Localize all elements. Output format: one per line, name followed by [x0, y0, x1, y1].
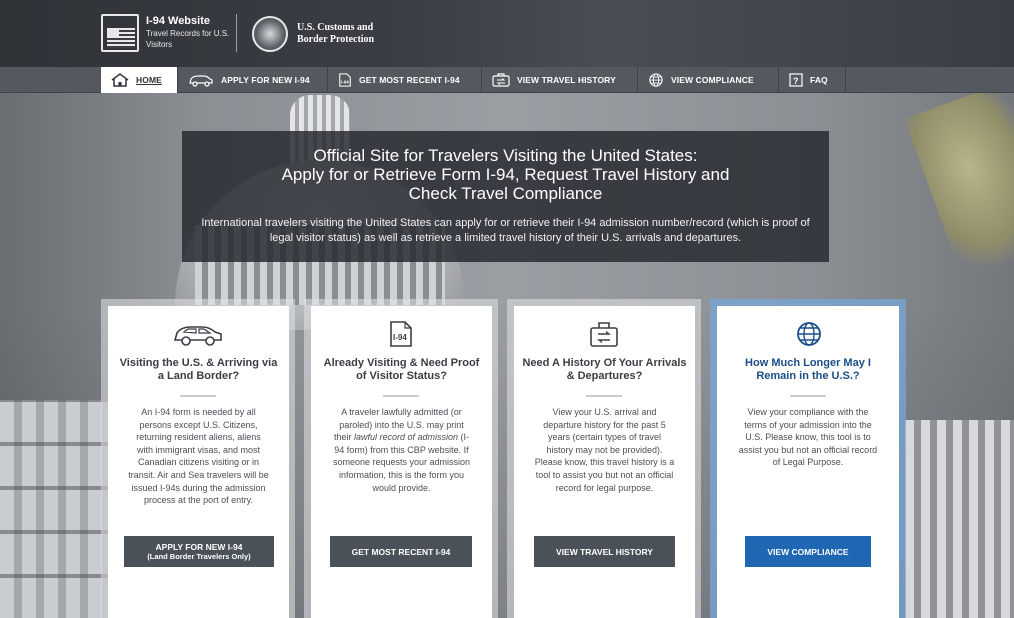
- i94-document-icon: I-94: [388, 320, 414, 348]
- nav-label: HOME: [136, 75, 162, 85]
- brand-subtitle: Travel Records for U.S. Visitors: [146, 29, 230, 49]
- card-title: Need A History Of Your Arrivals & Depart…: [522, 357, 687, 382]
- apply-new-i94-button[interactable]: APPLY FOR NEW I-94 (Land Border Traveler…: [124, 536, 274, 567]
- site-header: I-94 Website Travel Records for U.S. Vis…: [0, 0, 1014, 67]
- card-view-compliance: How Much Longer May I Remain in the U.S.…: [717, 306, 899, 618]
- card-divider: [586, 395, 622, 397]
- card-apply-new-i94: Visiting the U.S. & Arriving via a Land …: [108, 306, 289, 618]
- hero-banner: Official Site for Travelers Visiting the…: [182, 131, 829, 262]
- nav-apply-new-i94[interactable]: APPLY FOR NEW I-94: [178, 67, 328, 93]
- svg-text:I-94: I-94: [341, 80, 349, 85]
- card-body: View your compliance with the terms of y…: [738, 407, 878, 468]
- i94-flag-logo-icon[interactable]: [101, 14, 139, 52]
- globe-icon: [796, 320, 822, 348]
- get-most-recent-i94-button[interactable]: GET MOST RECENT I-94: [330, 536, 472, 567]
- card-body: A traveler lawfully admitted (or paroled…: [332, 407, 471, 493]
- hero-title: Official Site for Travelers Visiting the…: [281, 146, 730, 203]
- main-nav: HOME APPLY FOR NEW I-94 I-94 GET MOST RE…: [0, 67, 1014, 93]
- travel-history-icon: [589, 320, 619, 348]
- question-icon: ?: [789, 73, 803, 87]
- building-right: [905, 420, 1014, 618]
- nav-view-compliance[interactable]: VIEW COMPLIANCE: [638, 67, 779, 93]
- card-body: View your U.S. arrival and departure his…: [534, 407, 675, 493]
- card-divider: [383, 395, 419, 397]
- brand-title[interactable]: I-94 Website: [146, 15, 210, 27]
- nav-home[interactable]: HOME: [101, 67, 178, 93]
- nav-label: VIEW TRAVEL HISTORY: [517, 75, 616, 85]
- view-travel-history-button[interactable]: VIEW TRAVEL HISTORY: [534, 536, 675, 567]
- hero-description: International travelers visiting the Uni…: [201, 217, 810, 244]
- i94-document-icon: I-94: [338, 73, 352, 87]
- nav-label: APPLY FOR NEW I-94: [221, 75, 310, 85]
- nav-faq[interactable]: ? FAQ: [779, 67, 846, 93]
- card-divider: [180, 395, 216, 397]
- view-compliance-button[interactable]: VIEW COMPLIANCE: [745, 536, 871, 567]
- button-label: VIEW TRAVEL HISTORY: [556, 546, 653, 557]
- button-label: VIEW COMPLIANCE: [767, 546, 849, 557]
- card-divider: [790, 395, 826, 397]
- car-icon: [188, 73, 214, 87]
- card-title: How Much Longer May I Remain in the U.S.…: [745, 357, 871, 382]
- home-icon: [111, 73, 129, 87]
- nav-label: VIEW COMPLIANCE: [671, 75, 754, 85]
- nav-view-travel-history[interactable]: VIEW TRAVEL HISTORY: [482, 67, 638, 93]
- card-title: Visiting the U.S. & Arriving via a Land …: [119, 357, 278, 382]
- agency-name[interactable]: U.S. Customs and Border Protection: [297, 22, 397, 46]
- card-view-travel-history: Need A History Of Your Arrivals & Depart…: [514, 306, 695, 618]
- nav-label: GET MOST RECENT I-94: [359, 75, 460, 85]
- travel-history-icon: [492, 73, 510, 87]
- svg-text:?: ?: [793, 76, 799, 86]
- button-label: GET MOST RECENT I-94: [351, 546, 451, 557]
- button-sublabel: (Land Border Travelers Only): [147, 551, 251, 561]
- button-label: APPLY FOR NEW I-94: [155, 541, 243, 552]
- svg-text:I-94: I-94: [393, 333, 407, 342]
- globe-icon: [648, 73, 664, 87]
- nav-get-most-recent-i94[interactable]: I-94 GET MOST RECENT I-94: [328, 67, 482, 93]
- card-get-most-recent-i94: I-94 Already Visiting & Need Proof of Vi…: [311, 306, 492, 618]
- dhs-seal-icon[interactable]: [252, 16, 288, 52]
- card-body: An I-94 form is needed by all persons ex…: [128, 407, 269, 506]
- car-icon: [172, 320, 224, 348]
- nav-label: FAQ: [810, 75, 828, 85]
- building-left: [0, 400, 110, 618]
- header-divider: [236, 14, 237, 52]
- card-title: Already Visiting & Need Proof of Visitor…: [323, 357, 480, 382]
